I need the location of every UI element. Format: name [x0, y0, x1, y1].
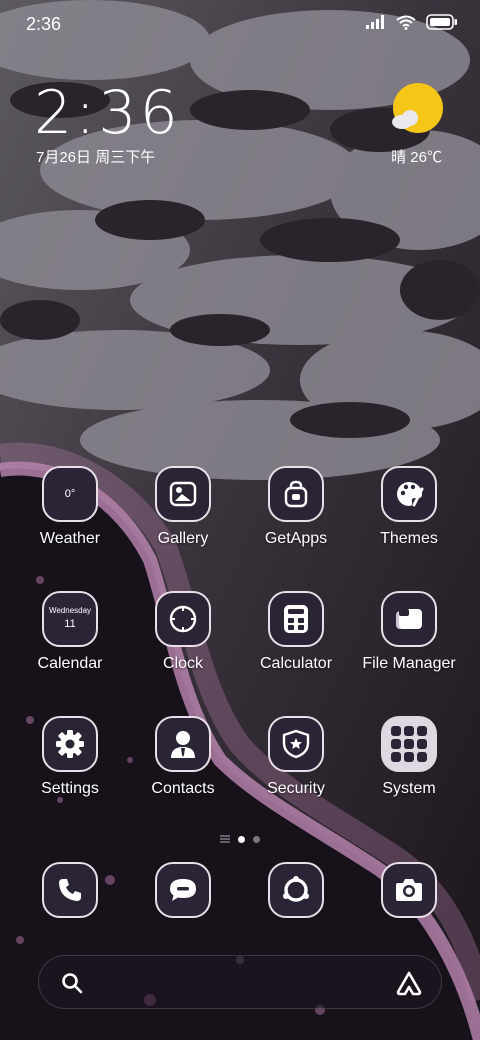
- dock-phone[interactable]: [15, 862, 125, 918]
- app-calendar[interactable]: Wednesday 11 Calendar: [15, 591, 125, 673]
- app-label: GetApps: [264, 530, 328, 547]
- app-label: Contacts: [151, 780, 215, 797]
- browser-icon: [268, 862, 324, 918]
- app-label: Clock: [162, 655, 203, 672]
- wifi-icon: [396, 15, 416, 35]
- search-icon[interactable]: [61, 972, 83, 999]
- status-time: 2:36: [26, 14, 62, 34]
- app-contacts[interactable]: Contacts: [128, 716, 238, 798]
- clock-widget-date: 7月26日 周三下午: [36, 149, 156, 166]
- app-label: System: [382, 780, 436, 797]
- shopping-bag-icon: [268, 466, 324, 522]
- app-label: Gallery: [157, 530, 209, 547]
- app-weather[interactable]: 0° Weather: [15, 466, 125, 548]
- page-dot: [253, 835, 260, 843]
- person-icon: [155, 716, 211, 772]
- weather-icon-temp: 0°: [64, 488, 76, 500]
- dock-camera[interactable]: [354, 862, 464, 918]
- app-label: Calendar: [37, 655, 103, 672]
- status-bar: 2:36: [0, 0, 480, 48]
- app-label: Security: [267, 780, 325, 797]
- clock-widget-time[interactable]: 2:36: [34, 78, 181, 148]
- weather-widget[interactable]: [390, 82, 444, 136]
- app-label: Weather: [39, 530, 101, 547]
- message-icon: [155, 862, 211, 918]
- app-themes[interactable]: Themes: [354, 466, 464, 548]
- search-bar[interactable]: [38, 955, 442, 1009]
- clock-icon: [155, 591, 211, 647]
- app-security[interactable]: Security: [241, 716, 351, 798]
- app-clock[interactable]: Clock: [128, 591, 238, 673]
- dock-messages[interactable]: [128, 862, 238, 918]
- palette-icon: [381, 466, 437, 522]
- signal-icon: [366, 15, 386, 34]
- calendar-icon: Wednesday 11: [42, 591, 98, 647]
- app-label: Settings: [41, 780, 99, 797]
- app-calculator[interactable]: Calculator: [241, 591, 351, 673]
- app-file-manager[interactable]: File Manager: [354, 591, 464, 673]
- calculator-icon: [268, 591, 324, 647]
- gear-icon: [42, 716, 98, 772]
- app-getapps[interactable]: GetApps: [241, 466, 351, 548]
- camera-icon: [381, 862, 437, 918]
- app-label: Calculator: [259, 655, 333, 672]
- folder-grid-icon: [381, 716, 437, 772]
- app-settings[interactable]: Settings: [15, 716, 125, 798]
- app-gallery[interactable]: Gallery: [128, 466, 238, 548]
- page-indicator[interactable]: [0, 830, 480, 848]
- status-icons: [366, 14, 458, 35]
- gallery-icon: [155, 466, 211, 522]
- calendar-weekday: Wednesday: [48, 606, 92, 615]
- menu-lines-icon: [220, 830, 230, 848]
- sun-cloud-icon: [392, 83, 443, 133]
- app-label: File Manager: [362, 655, 456, 672]
- folder-icon: [381, 591, 437, 647]
- dock-browser[interactable]: [241, 862, 351, 918]
- app-label: Themes: [380, 530, 438, 547]
- weather-icon: 0°: [42, 466, 98, 522]
- battery-icon: [426, 14, 458, 35]
- calendar-day: 11: [64, 618, 76, 630]
- page-dot-active: [238, 835, 245, 843]
- weather-widget-text: 晴 26℃: [391, 149, 442, 166]
- app-system-folder[interactable]: System: [354, 716, 464, 798]
- phone-icon: [42, 862, 98, 918]
- assistant-icon[interactable]: [395, 970, 423, 1001]
- shield-icon: [268, 716, 324, 772]
